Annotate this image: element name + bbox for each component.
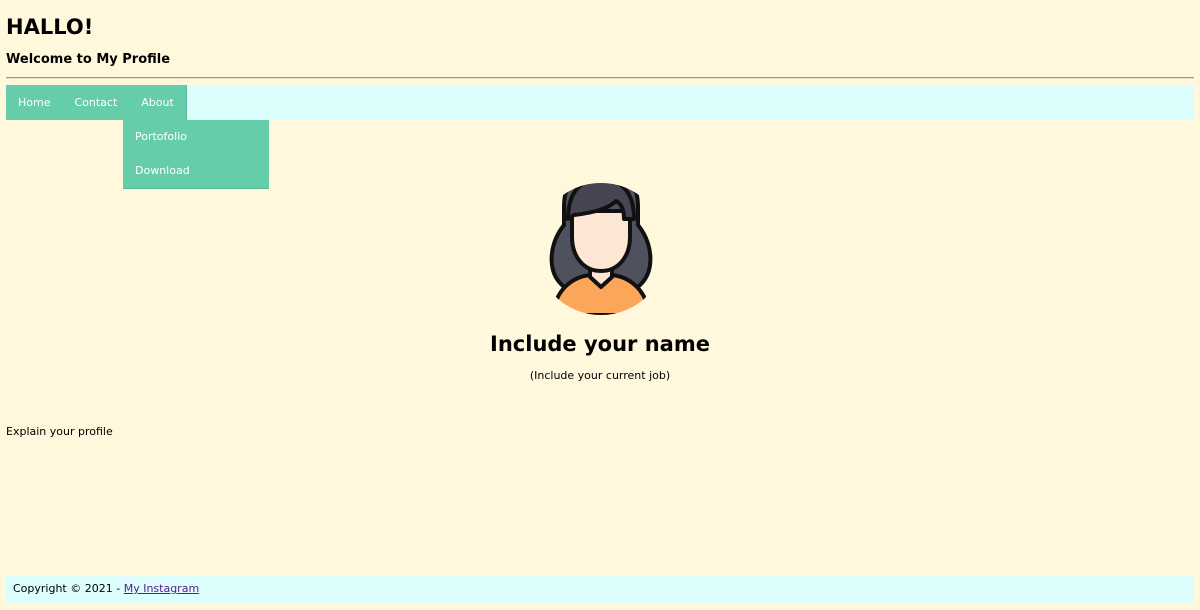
dropdown-item-download[interactable]: Download (123, 154, 269, 188)
dropdown-item-portofolio[interactable]: Portofolio (123, 120, 269, 154)
nav-menu: Home Contact About (6, 85, 187, 120)
profile-job: (Include your current job) (529, 369, 671, 382)
about-dropdown-menu: Portofolio Download (123, 120, 269, 189)
nav-item-home[interactable]: Home (6, 85, 62, 120)
woman-avatar-icon (549, 183, 653, 315)
footer: Copyright © 2021 - My Instagram (6, 576, 1194, 603)
page-subtitle: Welcome to My Profile (6, 52, 171, 67)
footer-copyright: Copyright © 2021 - (13, 582, 124, 595)
footer-text: Copyright © 2021 - My Instagram (13, 582, 199, 596)
navbar: Home Contact About (6, 85, 1194, 120)
profile-description: Explain your profile (6, 425, 113, 438)
nav-item-contact[interactable]: Contact (62, 85, 129, 120)
face (570, 209, 632, 274)
nav-item-about[interactable]: About (129, 85, 187, 120)
page-title: HALLO! (6, 15, 94, 39)
profile-name: Include your name (490, 332, 710, 356)
instagram-link[interactable]: My Instagram (124, 582, 199, 595)
header-divider (6, 77, 1194, 79)
